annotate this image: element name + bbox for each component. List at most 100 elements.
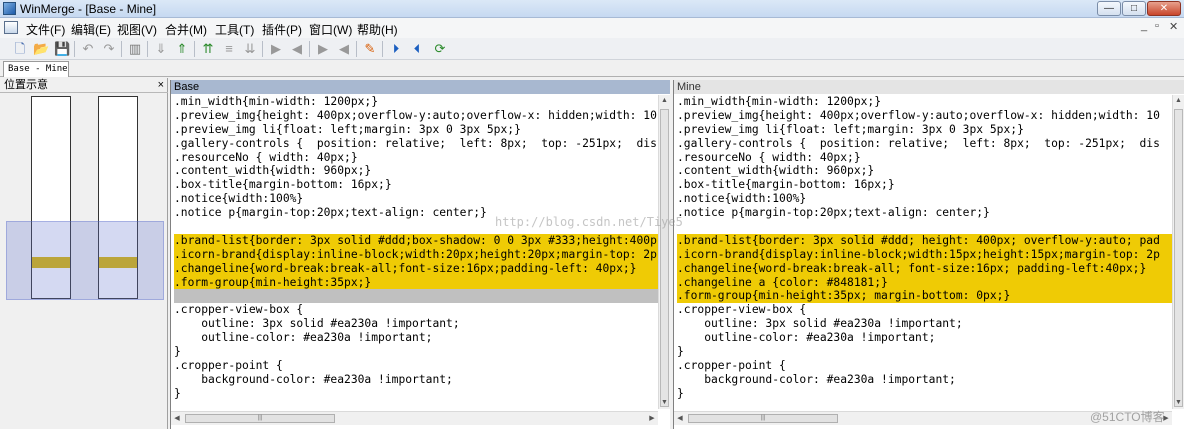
code-line[interactable]: outline: 3px solid #ea230a !important; (677, 317, 1172, 331)
copy-right-advance-icon[interactable]: ▶ (315, 41, 331, 57)
scroll-thumb[interactable] (660, 109, 669, 407)
code-line[interactable]: .box-title{margin-bottom: 16px;} (677, 178, 1172, 192)
scroll-thumb[interactable] (1174, 109, 1183, 407)
scroll-down-arrow[interactable]: ▼ (659, 397, 670, 409)
open-folder-icon[interactable]: 📂 (33, 41, 49, 57)
code-line[interactable]: .resourceNo { width: 40px;} (677, 151, 1172, 165)
new-file-icon[interactable]: 🗋 (12, 41, 28, 57)
scroll-left-arrow[interactable]: ◀ (171, 412, 183, 425)
right-vertical-scrollbar[interactable]: ▲ ▼ (1172, 95, 1184, 409)
location-viewport-indicator[interactable] (6, 221, 164, 300)
scroll-up-arrow[interactable]: ▲ (659, 95, 670, 107)
diff-line[interactable]: .brand-list{border: 3px solid #ddd;box-s… (174, 233, 658, 248)
left-horizontal-scrollbar[interactable]: ◀ ||| ▶ (171, 411, 658, 425)
refresh-icon[interactable]: ⟳ (432, 41, 448, 57)
gap-line[interactable] (174, 289, 658, 304)
menu-merge[interactable]: 合并(M) (165, 21, 207, 38)
left-code-view[interactable]: .min_width{min-width: 1200px;} .preview_i… (174, 95, 658, 409)
edit-icon[interactable]: ✎ (362, 41, 378, 57)
code-line[interactable]: .cropper-view-box { (677, 303, 1172, 317)
code-line[interactable] (677, 220, 1172, 234)
code-line[interactable]: } (174, 345, 658, 359)
minimize-button[interactable]: — (1097, 1, 1121, 16)
menu-window[interactable]: 窗口(W) (309, 21, 352, 38)
menu-tools[interactable]: 工具(T) (215, 21, 254, 38)
diff-line[interactable]: .icorn-brand{display:inline-block;width:… (174, 247, 658, 262)
code-line[interactable]: .notice{width:100%} (677, 192, 1172, 206)
copy-left-advance-icon[interactable]: ◀ (336, 41, 352, 57)
prev-diff-icon[interactable]: ⇑ (174, 41, 190, 57)
code-line[interactable]: .content_width{width: 960px;} (174, 164, 658, 178)
toolbar-separator (121, 41, 122, 57)
code-line[interactable]: .min_width{min-width: 1200px;} (677, 95, 1172, 109)
undo-icon[interactable]: ↶ (80, 41, 96, 57)
document-menu-icon[interactable] (4, 21, 18, 34)
left-diff-pane[interactable]: Base .min_width{min-width: 1200px;} .prev… (170, 80, 670, 429)
diff-line[interactable]: .icorn-brand{display:inline-block;width:… (677, 247, 1172, 262)
mdi-minimize-button[interactable]: _ (1141, 20, 1147, 32)
code-line[interactable]: .gallery-controls { position: relative; … (677, 137, 1172, 151)
code-line[interactable]: .notice p{margin-top:20px;text-align: ce… (677, 206, 1172, 220)
code-line[interactable]: } (677, 345, 1172, 359)
next-diff-icon[interactable]: ⇓ (153, 41, 169, 57)
tab-base-mine[interactable]: Base - Mine (3, 61, 69, 77)
menu-view[interactable]: 视图(V) (117, 21, 157, 38)
close-button[interactable]: ✕ (1147, 1, 1181, 16)
copy-left-icon[interactable]: ◀ (289, 41, 305, 57)
code-line[interactable]: .preview_img{height: 400px;overflow-y:au… (677, 109, 1172, 123)
diff-line[interactable]: .changeline{word-break:break-all; font-s… (677, 261, 1172, 276)
code-line[interactable]: .content_width{width: 960px;} (677, 164, 1172, 178)
diff-line[interactable]: .form-group{min-height:35px;} (174, 275, 658, 290)
code-line[interactable]: .min_width{min-width: 1200px;} (174, 95, 658, 109)
mdi-close-button[interactable]: ✕ (1169, 20, 1178, 33)
right-code-view[interactable]: .min_width{min-width: 1200px;} .preview_i… (677, 95, 1172, 409)
code-line[interactable]: outline-color: #ea230a !important; (174, 331, 658, 345)
copy-right-icon[interactable]: ▶ (268, 41, 284, 57)
code-line[interactable]: outline: 3px solid #ea230a !important; (174, 317, 658, 331)
winmerge-app-icon (3, 2, 16, 15)
code-line[interactable]: .box-title{margin-bottom: 16px;} (174, 178, 658, 192)
diff-line[interactable]: .changeline{word-break:break-all;font-si… (174, 261, 658, 276)
save-icon[interactable]: 💾 (54, 41, 70, 57)
code-line[interactable]: .preview_img li{float: left;margin: 3px … (174, 123, 658, 137)
scroll-thumb[interactable]: ||| (185, 414, 335, 423)
scroll-up-arrow[interactable]: ▲ (1173, 95, 1184, 107)
code-line[interactable]: .cropper-point { (677, 359, 1172, 373)
maximize-button[interactable]: □ (1122, 1, 1146, 16)
code-line[interactable]: background-color: #ea230a !important; (174, 373, 658, 387)
menu-edit[interactable]: 编辑(E) (71, 21, 111, 38)
menu-plugins[interactable]: 插件(P) (262, 21, 302, 38)
code-line[interactable]: .notice{width:100%} (174, 192, 658, 206)
all-left-icon[interactable]: ⏴ (409, 41, 425, 57)
code-line[interactable]: outline-color: #ea230a !important; (677, 331, 1172, 345)
diff-line[interactable]: .brand-list{border: 3px solid #ddd; heig… (677, 233, 1172, 248)
toolbar-separator (262, 41, 263, 57)
code-line[interactable]: .preview_img{height: 400px;overflow-y:au… (174, 109, 658, 123)
code-line[interactable]: .gallery-controls { position: relative; … (174, 137, 658, 151)
current-diff-icon[interactable]: ≡ (221, 41, 237, 57)
code-line[interactable]: .cropper-point { (174, 359, 658, 373)
left-vertical-scrollbar[interactable]: ▲ ▼ (658, 95, 670, 409)
code-line[interactable]: .resourceNo { width: 40px;} (174, 151, 658, 165)
location-pane-close-button[interactable]: × (158, 78, 164, 92)
scroll-left-arrow[interactable]: ◀ (674, 412, 686, 425)
code-line[interactable]: background-color: #ea230a !important; (677, 373, 1172, 387)
scroll-right-arrow[interactable]: ▶ (646, 412, 658, 425)
code-line[interactable]: } (174, 387, 658, 401)
scroll-thumb[interactable]: ||| (688, 414, 838, 423)
options-icon[interactable]: ▥ (127, 41, 143, 57)
code-line[interactable]: } (677, 387, 1172, 401)
right-diff-pane[interactable]: Mine .min_width{min-width: 1200px;} .prev… (673, 80, 1184, 429)
scroll-down-arrow[interactable]: ▼ (1173, 397, 1184, 409)
menu-help[interactable]: 帮助(H) (357, 21, 398, 38)
diff-line[interactable]: .form-group{min-height:35px; margin-bott… (677, 289, 1172, 304)
all-right-icon[interactable]: ⏵ (388, 41, 404, 57)
code-line[interactable]: .preview_img li{float: left;margin: 3px … (677, 123, 1172, 137)
menu-file[interactable]: 文件(F) (26, 21, 65, 38)
first-diff-icon[interactable]: ⇈ (200, 41, 216, 57)
last-diff-icon[interactable]: ⇊ (242, 41, 258, 57)
diff-line[interactable]: .changeline a {color: #848181;} (677, 275, 1172, 290)
code-line[interactable]: .cropper-view-box { (174, 303, 658, 317)
redo-icon[interactable]: ↷ (101, 41, 117, 57)
mdi-restore-button[interactable]: ▫ (1155, 20, 1159, 32)
